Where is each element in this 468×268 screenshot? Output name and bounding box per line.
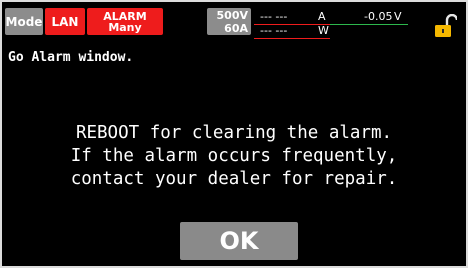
voltage-readout-value: -0.05 [364,10,393,23]
power-underline [254,38,330,39]
alarm-label: ALARM [103,9,147,23]
lan-indicator[interactable]: LAN [45,8,85,35]
message-line: REBOOT for clearing the alarm. [75,123,393,143]
ok-button[interactable]: OK [180,222,298,260]
rating-box: 500V 60A [207,8,251,35]
voltage-rating: 500V [216,9,248,22]
current-rating: 60A [224,22,248,35]
current-readout-unit: A [318,10,326,23]
voltage-underline [330,24,408,25]
alarm-indicator[interactable]: ALARM Many [87,8,163,35]
device-screen: Mode LAN ALARM Many 500V 60A --- --- A -… [2,2,466,266]
alarm-message: REBOOT for clearing the alarm. If the al… [2,122,466,191]
mode-button[interactable]: Mode [5,8,43,35]
unlock-icon[interactable] [433,14,457,38]
power-readout-value: --- --- [260,24,288,37]
message-line: contact your dealer for repair. [70,169,398,189]
status-bar: Mode LAN ALARM Many 500V 60A --- --- A -… [2,2,466,42]
voltage-readout-unit: V [394,10,402,23]
alarm-count-label: Many [108,20,142,34]
message-title: Go Alarm window. [8,50,134,65]
power-readout-unit: W [318,24,329,37]
current-readout-value: --- --- [260,10,288,23]
message-line: If the alarm occurs frequently, [70,146,398,166]
